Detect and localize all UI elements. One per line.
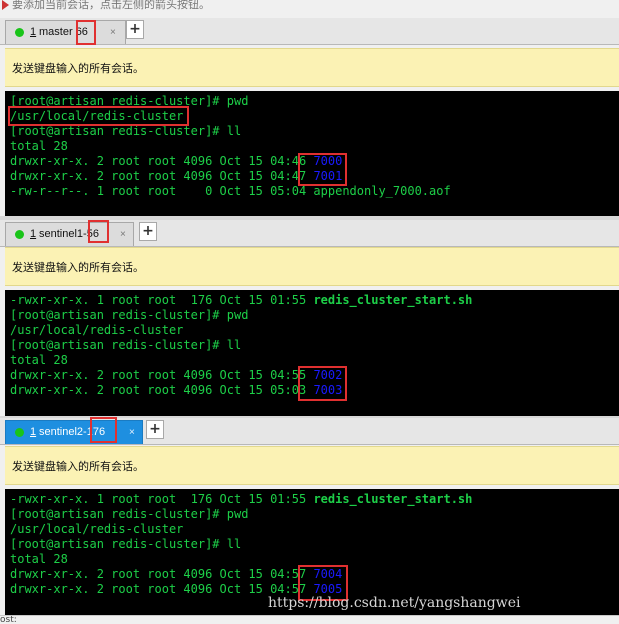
highlight-box: [88, 220, 109, 243]
arrow-right-icon[interactable]: [2, 0, 9, 10]
highlight-box: [298, 366, 347, 401]
connected-status-icon: [15, 428, 24, 437]
close-tab-icon[interactable]: ×: [129, 421, 135, 444]
add-tab-button[interactable]: +: [126, 20, 144, 39]
top-hint: 要添加当前会话，点击左侧的箭头按钮。: [0, 0, 619, 18]
close-tab-icon[interactable]: ×: [120, 223, 126, 246]
terminal-line: total 28: [10, 139, 68, 153]
highlight-box: [298, 153, 347, 186]
tab-sentinel2[interactable]: 1 sentinel2-176 ×: [5, 420, 143, 444]
watermark: https://blog.csdn.net/yangshangwei: [268, 595, 521, 611]
script-file-name: redis_cluster_start.sh: [313, 492, 473, 506]
tab-number: 1: [30, 228, 37, 240]
script-file-name: redis_cluster_start.sh: [313, 293, 473, 307]
send-all-sessions-bar: 发送键盘输入的所有会话。: [5, 446, 619, 485]
close-tab-icon[interactable]: ×: [110, 21, 116, 44]
highlight-box: [8, 106, 189, 126]
highlight-box: [76, 20, 96, 45]
terminal-line: -rw-r--r--. 1 root root 0 Oct 15 05:04 a…: [10, 184, 451, 198]
terminal-line: [root@artisan redis-cluster]# ll: [10, 338, 242, 352]
terminal-line: [root@artisan redis-cluster]# ll: [10, 124, 242, 138]
terminal-line: /usr/local/redis-cluster: [10, 323, 184, 337]
terminal-line: -rwxr-xr-x. 1 root root 176 Oct 15 01:55…: [10, 293, 473, 307]
highlight-box: [90, 417, 117, 443]
send-all-sessions-bar: 发送键盘输入的所有会话。: [5, 48, 619, 87]
top-hint-text: 要添加当前会话，点击左侧的箭头按钮。: [12, 0, 210, 11]
tab-number: 1: [30, 426, 37, 438]
terminal-line: [root@artisan redis-cluster]# pwd: [10, 308, 249, 322]
terminal-line: [root@artisan redis-cluster]# pwd: [10, 507, 249, 521]
send-all-sessions-bar: 发送键盘输入的所有会话。: [5, 247, 619, 286]
terminal-line: -rwxr-xr-x. 1 root root 176 Oct 15 01:55…: [10, 492, 473, 506]
add-tab-button[interactable]: +: [139, 222, 157, 241]
tab-sentinel1[interactable]: 1 sentinel1-56 ×: [5, 222, 134, 246]
terminal-line: /usr/local/redis-cluster: [10, 522, 184, 536]
connected-status-icon: [15, 230, 24, 239]
tab-number: 1: [30, 26, 37, 38]
connected-status-icon: [15, 28, 24, 37]
add-tab-button[interactable]: +: [146, 420, 164, 439]
tab-master[interactable]: 1 master 66 ×: [5, 20, 126, 44]
terminal-line: [root@artisan redis-cluster]# ll: [10, 537, 242, 551]
